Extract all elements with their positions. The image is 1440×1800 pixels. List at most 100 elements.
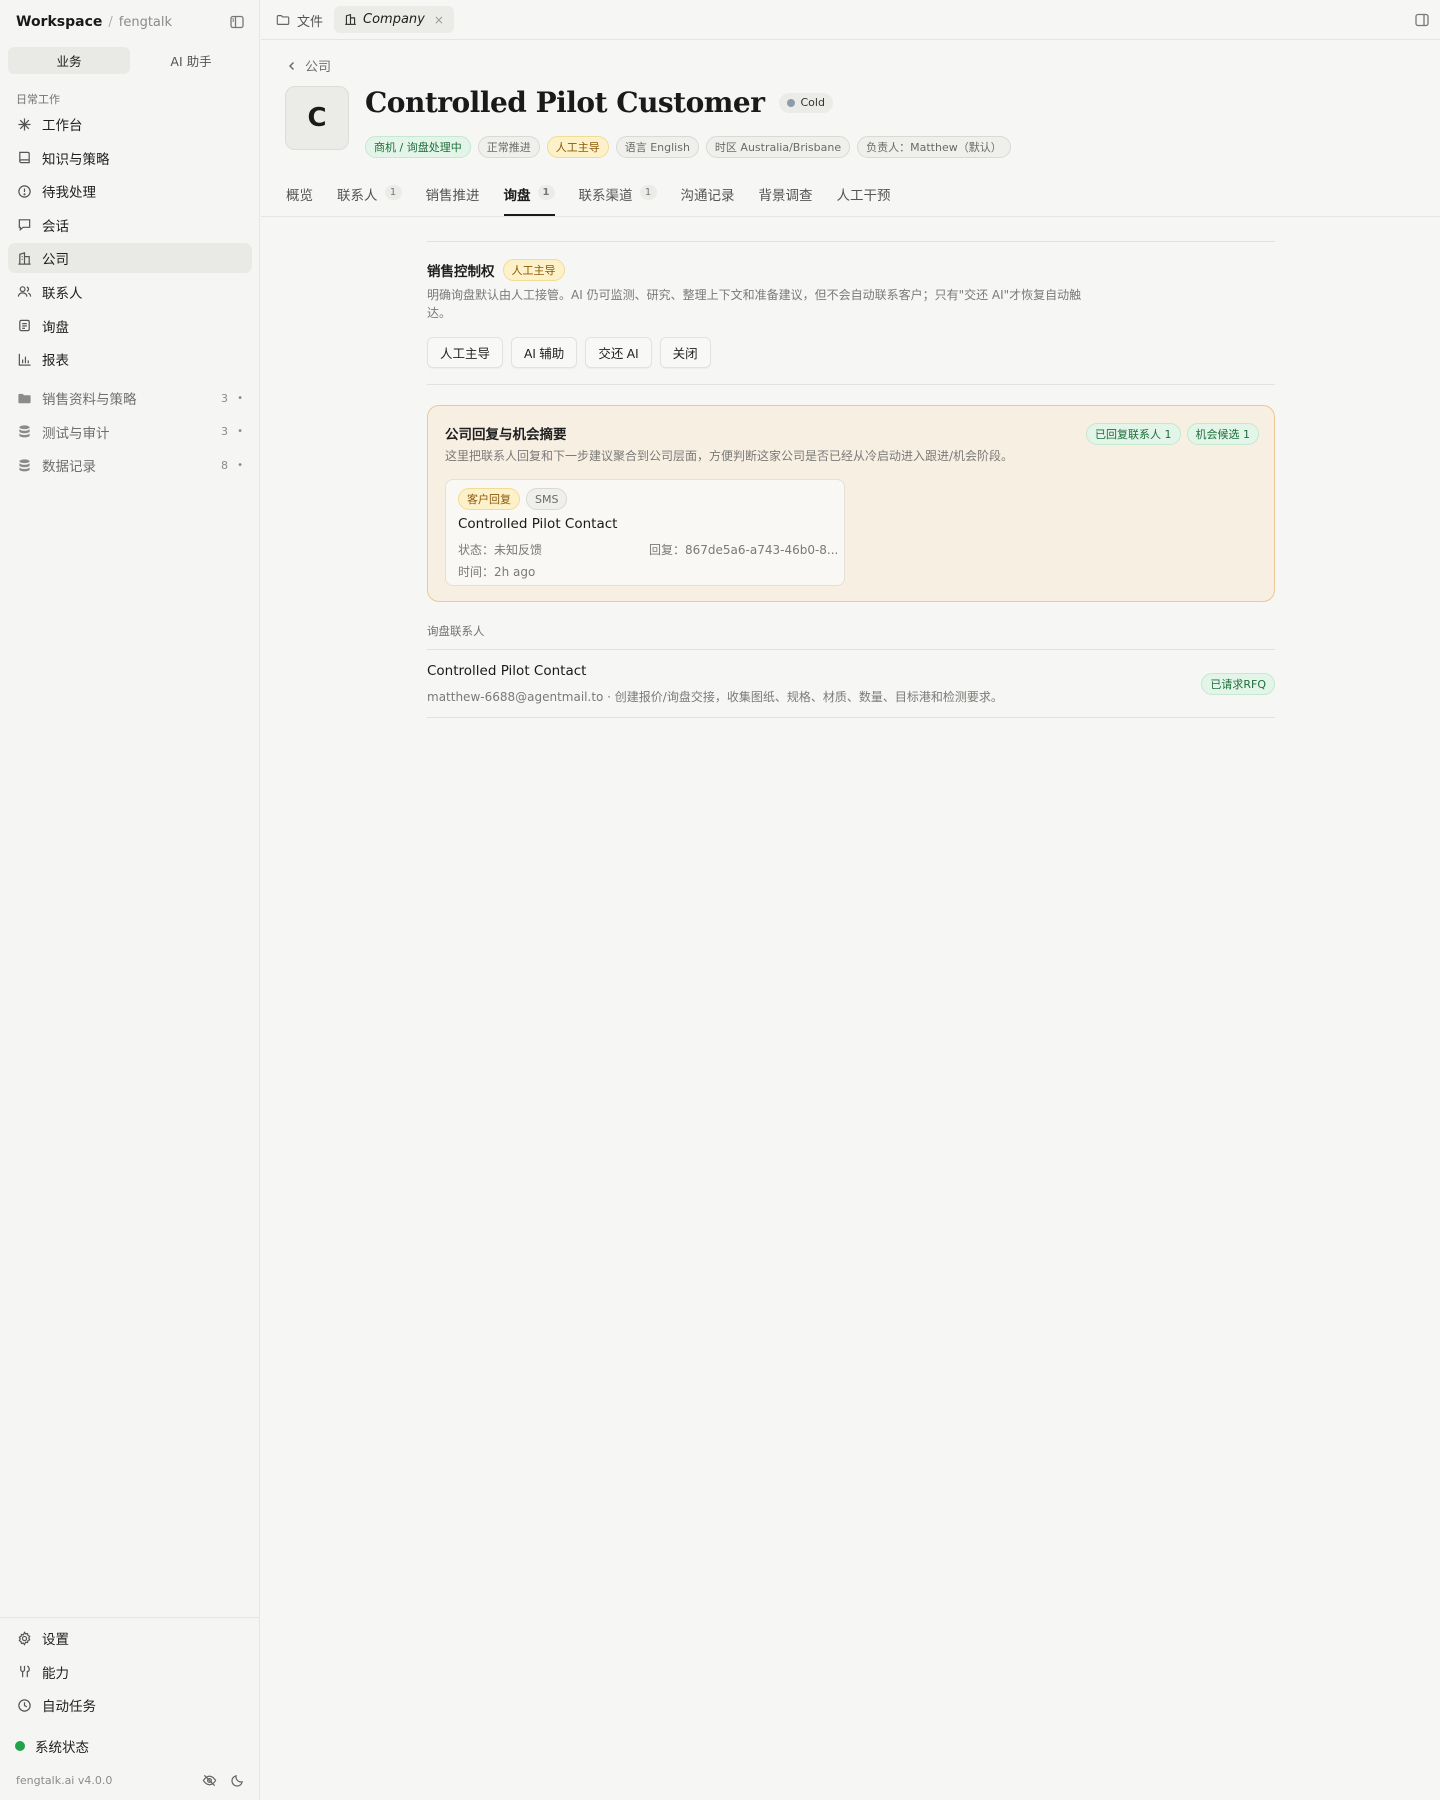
segment-ai-assistant[interactable]: AI 助手: [130, 47, 252, 74]
sidebar-folder-label: 测试与审计: [42, 425, 110, 442]
sidebar-folder-test-audit[interactable]: 测试与审计 3 •: [8, 417, 252, 447]
tab-label: 联系渠道: [578, 188, 633, 204]
tab-overview[interactable]: 概览: [286, 184, 313, 216]
sidebar-item-inquiries[interactable]: 询盘: [8, 311, 252, 341]
tab-background-check[interactable]: 背景调查: [759, 184, 813, 216]
summary-title: 公司回复与机会摘要: [445, 427, 567, 443]
workspace-header: Workspace / fengtalk: [16, 12, 245, 32]
tab-manual-intervention[interactable]: 人工干预: [837, 184, 891, 216]
sidebar-item-contacts[interactable]: 联系人: [8, 277, 252, 307]
tag-timezone: 时区 Australia/Brisbane: [705, 136, 851, 158]
sidebar-item-auto-tasks[interactable]: 自动任务: [8, 1690, 252, 1720]
tab-channels[interactable]: 联系渠道 1: [579, 184, 657, 216]
tab-label: 销售推进: [425, 188, 480, 204]
tag-stage: 商机 / 询盘处理中: [365, 136, 471, 158]
sidebar-folder-sales-materials[interactable]: 销售资料与策略 3 •: [8, 383, 252, 413]
section-label-daily: 日常工作: [16, 93, 60, 106]
clipboard-icon: [17, 318, 32, 333]
return-to-ai-button[interactable]: 交还 AI: [585, 337, 652, 368]
alert-circle-icon: [17, 184, 32, 199]
workspace-title[interactable]: Workspace: [16, 14, 102, 30]
moon-icon[interactable]: [230, 1773, 245, 1788]
system-status[interactable]: 系统状态: [15, 1736, 89, 1756]
status-dot-icon: [786, 98, 795, 107]
tab-company[interactable]: Company ×: [334, 6, 454, 33]
sidebar-item-label: 待我处理: [42, 185, 96, 202]
manual-lead-button[interactable]: 人工主导: [427, 337, 504, 368]
tab-sales-progress[interactable]: 销售推进: [426, 184, 480, 216]
close-icon[interactable]: ×: [434, 13, 444, 27]
company-tabs: 概览 联系人 1 销售推进 询盘 1 联系渠道 1 沟通记录 背景调查 人工干预: [286, 184, 915, 216]
sidebar-item-companies[interactable]: 公司: [8, 243, 252, 274]
sidebar-item-workbench[interactable]: 工作台: [8, 109, 252, 139]
channel-tag: SMS: [526, 488, 568, 510]
reply-id: 回复：867de5a6-a743-46b0-8...: [649, 543, 839, 557]
database-icon: [17, 424, 32, 439]
ai-assist-button[interactable]: AI 辅助: [511, 337, 578, 368]
customer-reply-tag: 客户回复: [458, 488, 520, 510]
inquiry-contact-name[interactable]: Controlled Pilot Contact: [427, 663, 586, 679]
replied-contacts-badge: 已回复联系人 1: [1086, 423, 1181, 445]
top-tab-bar: 文件 Company ×: [261, 0, 1440, 40]
tab-files[interactable]: 文件: [276, 8, 323, 32]
workspace-org[interactable]: fengtalk: [119, 15, 172, 30]
gear-icon: [17, 1630, 32, 1646]
tab-label: 询盘: [503, 188, 531, 204]
tag-progress: 正常推进: [477, 136, 540, 158]
sidebar-folder-label: 数据记录: [42, 459, 96, 476]
reply-contact-name: Controlled Pilot Contact: [458, 516, 618, 532]
inquiry-contacts-label: 询盘联系人: [427, 624, 485, 638]
dot-icon: •: [237, 459, 243, 471]
tabs-divider: [261, 216, 1440, 217]
sidebar-item-label: 联系人: [42, 285, 83, 302]
rfq-requested-badge: 已请求RFQ: [1201, 673, 1275, 695]
sales-control-badge: 人工主导: [502, 259, 565, 281]
company-tags: 商机 / 询盘处理中 正常推进 人工主导 语言 English 时区 Austr…: [365, 136, 1018, 158]
tab-communications[interactable]: 沟通记录: [681, 184, 735, 216]
sidebar-item-conversations[interactable]: 会话: [8, 210, 252, 240]
tab-label: 背景调查: [758, 188, 813, 204]
summary-badges: 已回复联系人 1 机会候选 1: [1080, 423, 1259, 445]
company-title-row: Controlled Pilot Customer Cold: [365, 86, 833, 119]
sidebar-item-knowledge[interactable]: 知识与策略: [8, 143, 252, 173]
users-icon: [17, 284, 32, 299]
sidebar-item-label: 会话: [42, 218, 69, 235]
sidebar-item-settings[interactable]: 设置: [8, 1623, 252, 1653]
app-version: fengtalk.ai v4.0.0: [16, 1774, 113, 1787]
divider: [427, 384, 1275, 385]
reply-card[interactable]: 客户回复 SMS Controlled Pilot Contact 状态：未知反…: [445, 479, 845, 586]
sales-control-description: 明确询盘默认由人工接管。AI 仍可监测、研究、整理上下文和准备建议，但不会自动联…: [427, 288, 1082, 320]
chat-icon: [17, 217, 32, 232]
sidebar-folder-data-records[interactable]: 数据记录 8 •: [8, 450, 252, 480]
sidebar-nav: 工作台 知识与策略 待我处理 会话 公司 联系人 询盘 报表: [8, 109, 252, 378]
tag-control: 人工主导: [546, 136, 609, 158]
chevron-left-icon: [286, 60, 298, 72]
sidebar-item-reports[interactable]: 报表: [8, 344, 252, 374]
right-panel-toggle-icon[interactable]: [1414, 12, 1430, 28]
sidebar-bottom-nav: 设置 能力 自动任务: [8, 1623, 252, 1724]
sales-control-header: 销售控制权 人工主导: [427, 259, 572, 281]
clock-icon: [17, 1698, 32, 1713]
tab-inquiries[interactable]: 询盘 1: [503, 184, 555, 216]
sidebar-item-label: 询盘: [42, 319, 69, 336]
sidebar-item-capabilities[interactable]: 能力: [8, 1657, 252, 1687]
tab-company-label: Company: [363, 12, 425, 27]
breadcrumb-label: 公司: [305, 60, 332, 75]
sidebar-item-pending[interactable]: 待我处理: [8, 176, 252, 206]
book-icon: [17, 150, 32, 165]
sidebar-toggle-icon[interactable]: [229, 14, 245, 30]
inquiry-contact-status: 已请求RFQ: [1201, 673, 1275, 695]
sidebar-folder-count: 3: [221, 425, 228, 439]
tab-label: 沟通记录: [680, 188, 735, 204]
breadcrumb-back[interactable]: 公司: [286, 56, 331, 75]
close-button[interactable]: 关闭: [659, 337, 711, 368]
divider: [427, 241, 1275, 242]
bar-chart-icon: [17, 352, 32, 367]
tab-label: 联系人: [337, 188, 378, 204]
reply-time: 时间：2h ago: [458, 565, 536, 579]
segment-business[interactable]: 业务: [8, 47, 130, 74]
eye-off-icon[interactable]: [202, 1773, 217, 1788]
tab-contacts[interactable]: 联系人 1: [337, 184, 402, 216]
sparkle-icon: [17, 117, 32, 132]
tag-owner: 负责人：Matthew（默认）: [857, 136, 1011, 158]
